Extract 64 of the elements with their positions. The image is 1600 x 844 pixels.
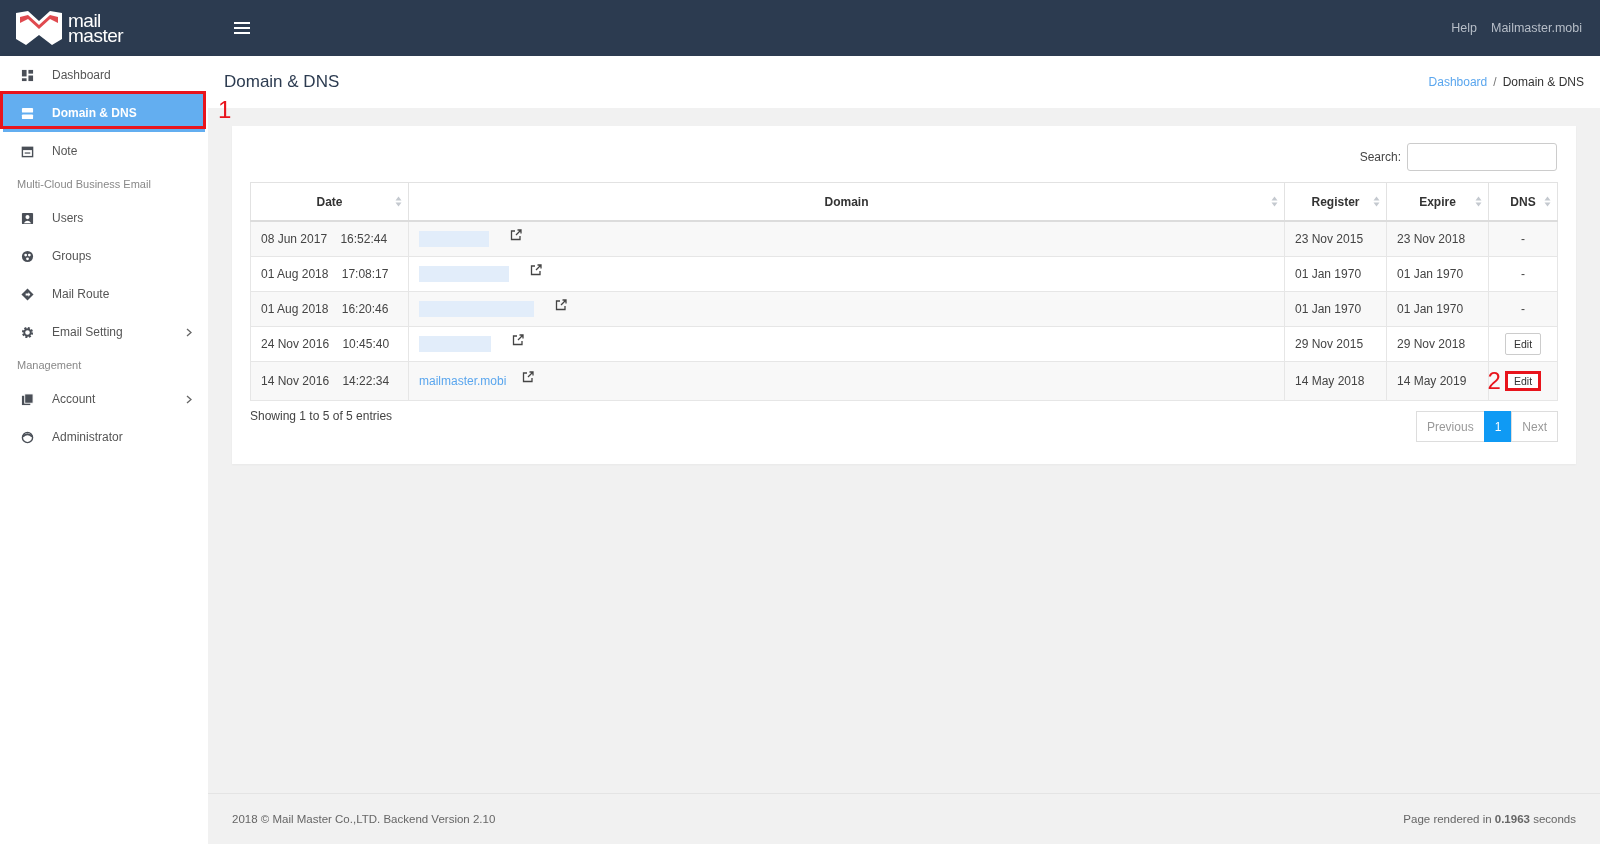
sidebar-item[interactable]: Note	[0, 132, 208, 170]
copyright-text: 2018 © Mail Master Co.,LTD. Backend Version 2.10	[232, 813, 496, 825]
edit-button[interactable]: Edit	[1504, 371, 1542, 391]
sidebar-section-label: Multi-Cloud Business Email	[16, 177, 152, 192]
globe-icon	[21, 249, 34, 263]
table-cell: 14 May 2018	[1284, 361, 1387, 401]
table-cell: 01 Jan 1970	[1386, 256, 1489, 292]
diamond-icon	[21, 287, 34, 301]
grid-icon	[21, 68, 34, 82]
table-cell: -	[1521, 302, 1525, 316]
external-link-icon[interactable]	[521, 371, 534, 384]
header-link[interactable]: Help	[1451, 21, 1477, 35]
table-cell: -	[1521, 267, 1525, 281]
render-time-text: Page rendered in 0.1963 seconds	[1403, 813, 1576, 825]
table-cell: 29 Nov 2015	[1284, 326, 1387, 362]
entries-info: Showing 1 to 5 of 5 entries	[250, 409, 393, 423]
table-cell: 14 May 2019	[1386, 361, 1489, 401]
external-link-icon[interactable]	[555, 299, 568, 311]
sidebar-item[interactable]: Mail Route	[0, 275, 208, 313]
sort-icon	[1271, 196, 1278, 207]
external-link-icon[interactable]	[512, 334, 525, 346]
logo-icon	[14, 9, 64, 47]
table-cell: 01 Jan 1970	[1284, 291, 1387, 327]
server-icon	[21, 106, 34, 120]
table-cell: 23 Nov 2018	[1386, 221, 1489, 257]
table-cell: -	[1521, 232, 1525, 246]
sort-icon	[1475, 196, 1482, 207]
sidebar-item[interactable]: Groups	[0, 237, 208, 275]
page-title: Domain & DNS	[224, 72, 340, 92]
table-cell: 08 Jun 2017 16:52:44	[250, 221, 409, 257]
table-cell: 24 Nov 2016 10:45:40	[250, 326, 409, 362]
header-link[interactable]: Mailmaster.mobi	[1491, 21, 1582, 35]
book-icon	[21, 392, 34, 406]
sort-icon	[1373, 196, 1380, 207]
sort-icon	[1544, 196, 1551, 207]
search-field[interactable]	[1407, 143, 1557, 171]
sidebar-item[interactable]: Administrator	[0, 418, 208, 456]
sidebar-section-label: Management	[16, 358, 83, 373]
annotation-number: 2	[1487, 369, 1501, 393]
table-cell: 01 Jan 1970	[1284, 256, 1387, 292]
external-link-icon[interactable]	[530, 264, 543, 276]
table-cell: 01 Aug 2018 17:08:17	[250, 256, 409, 292]
breadcrumb-separator: /	[1493, 75, 1497, 89]
sort-icon	[395, 196, 402, 207]
logo-text: mail master	[68, 13, 124, 43]
table-cell: 29 Nov 2018	[1386, 326, 1489, 362]
table-cell: 01 Jan 1970	[1386, 291, 1489, 327]
face-icon	[21, 430, 34, 444]
edit-button[interactable]: Edit	[1504, 333, 1542, 355]
redacted-text	[419, 336, 491, 352]
settings-icon	[21, 325, 34, 339]
table-cell: 14 Nov 2016 14:22:34	[250, 361, 409, 401]
sidebar-item[interactable]: Dashboard	[0, 56, 208, 94]
sidebar-item[interactable]: Email Setting	[0, 313, 208, 351]
table-cell: 23 Nov 2015	[1284, 221, 1387, 257]
calendar-icon	[21, 144, 34, 158]
user-card-icon	[21, 211, 34, 225]
external-link-icon[interactable]	[510, 229, 523, 241]
annotation-number: 1	[218, 98, 232, 122]
search-label: Search:	[1359, 150, 1401, 164]
sidebar-item[interactable]: Users	[0, 199, 208, 237]
breadcrumb-current: Domain & DNS	[1502, 75, 1584, 89]
sidebar-item[interactable]: Account	[0, 380, 208, 418]
table-cell: 01 Aug 2018 16:20:46	[250, 291, 409, 327]
